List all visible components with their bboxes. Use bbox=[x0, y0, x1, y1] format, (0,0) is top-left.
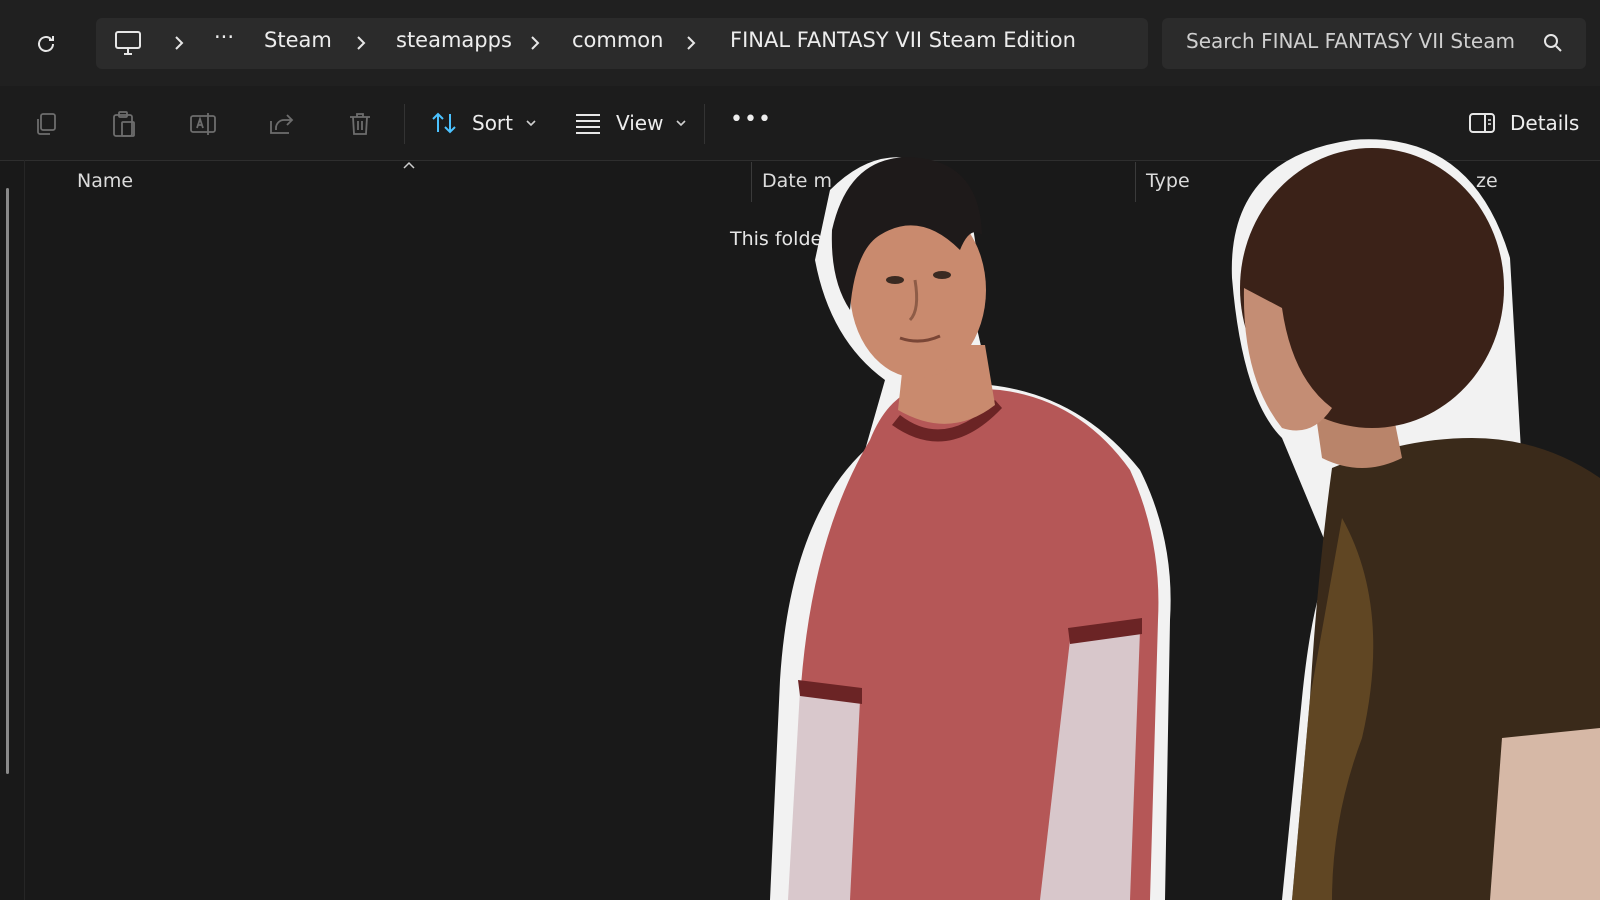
column-name[interactable]: Name bbox=[77, 170, 133, 192]
breadcrumb-item-steamapps[interactable]: steamapps bbox=[396, 28, 512, 52]
chevron-down-icon bbox=[526, 120, 536, 127]
view-label: View bbox=[616, 111, 664, 135]
breadcrumb-item-common[interactable]: common bbox=[572, 28, 663, 52]
chevron-right-icon[interactable] bbox=[352, 34, 370, 52]
navigation-pane-edge bbox=[24, 160, 25, 900]
person-dark-shirt-figure bbox=[1231, 139, 1600, 900]
toolbar-separator bbox=[704, 104, 705, 144]
sort-button[interactable]: Sort bbox=[430, 106, 537, 140]
address-toolbar: ··· Steam steamapps common FINAL FANTASY… bbox=[0, 0, 1600, 86]
chevron-right-icon[interactable] bbox=[526, 34, 544, 52]
rename-button[interactable] bbox=[186, 108, 220, 140]
delete-icon bbox=[350, 113, 370, 135]
delete-button[interactable] bbox=[343, 108, 377, 140]
more-options-button[interactable]: ••• bbox=[730, 102, 772, 136]
details-pane-button[interactable]: Details bbox=[1468, 106, 1579, 140]
view-button[interactable]: View bbox=[574, 106, 687, 140]
paste-button[interactable] bbox=[107, 108, 141, 140]
sort-ascending-caret-icon bbox=[403, 161, 415, 169]
copy-icon bbox=[37, 113, 56, 135]
view-icon bbox=[576, 114, 600, 134]
chevron-down-icon bbox=[676, 120, 687, 127]
breadcrumb-item-steam[interactable]: Steam bbox=[264, 28, 332, 52]
person-red-shirt-figure bbox=[770, 157, 1171, 900]
chevron-right-icon[interactable] bbox=[682, 34, 700, 52]
breadcrumb-overflow[interactable]: ··· bbox=[214, 25, 234, 49]
refresh-button[interactable] bbox=[26, 26, 66, 62]
search-box[interactable]: Search FINAL FANTASY VII Steam Edition bbox=[1162, 18, 1586, 69]
monitor-icon bbox=[115, 31, 141, 55]
breadcrumb[interactable]: ··· Steam steamapps common FINAL FANTASY… bbox=[96, 18, 1148, 69]
sort-icon bbox=[432, 112, 456, 134]
rename-icon bbox=[190, 113, 216, 135]
share-button[interactable] bbox=[264, 108, 298, 140]
refresh-icon bbox=[38, 36, 54, 52]
details-label: Details bbox=[1510, 111, 1580, 135]
toolbar-separator bbox=[404, 104, 405, 144]
column-divider[interactable] bbox=[751, 162, 752, 202]
search-icon bbox=[1544, 34, 1562, 52]
breadcrumb-item-current-folder[interactable]: FINAL FANTASY VII Steam Edition bbox=[730, 28, 1076, 52]
sort-label: Sort bbox=[472, 111, 513, 135]
search-input[interactable]: Search FINAL FANTASY VII Steam Edition bbox=[1186, 29, 1516, 53]
chevron-right-icon[interactable] bbox=[170, 34, 188, 52]
share-icon bbox=[270, 114, 294, 134]
details-pane-icon bbox=[1469, 113, 1495, 133]
this-pc-button[interactable] bbox=[114, 30, 142, 56]
navigation-scrollbar[interactable] bbox=[6, 188, 9, 774]
copy-button[interactable] bbox=[29, 108, 63, 140]
paste-icon bbox=[113, 111, 135, 137]
